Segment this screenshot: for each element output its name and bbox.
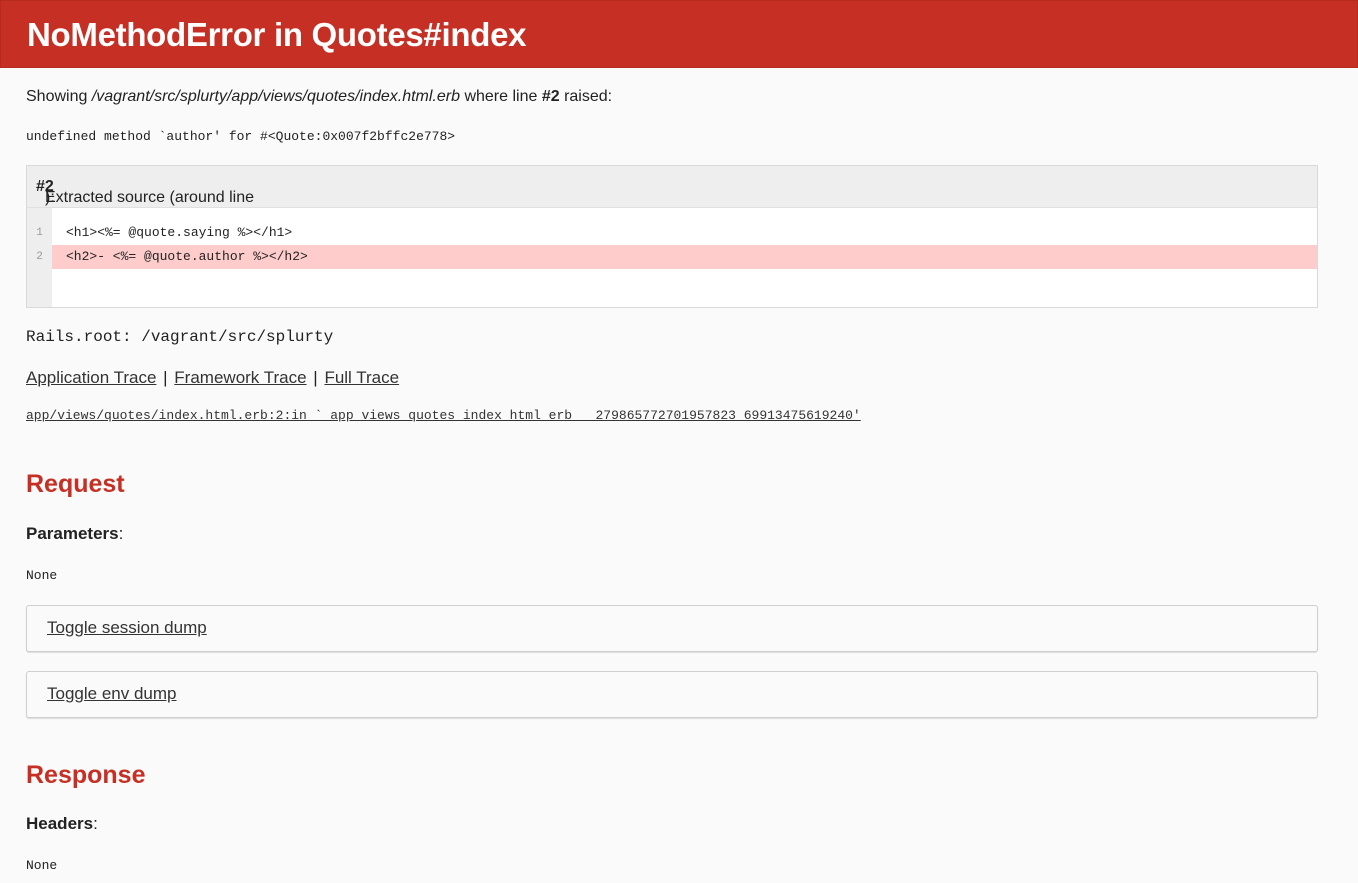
page-title: NoMethodError in Quotes#index xyxy=(27,16,527,53)
trace-nav: Application Trace | Framework Trace | Fu… xyxy=(26,368,399,388)
extracted-source-heading: Extracted source (around line #2): xyxy=(27,166,1317,208)
headers-label: Headers xyxy=(26,814,94,833)
source-heading-prefix: Extracted source (around line xyxy=(45,189,254,206)
rails-root: Rails.root: /vagrant/src/splurty xyxy=(26,328,334,346)
error-message: undefined method `author' for #<Quote:0x… xyxy=(26,129,456,144)
parameters-value: None xyxy=(26,568,58,583)
trace-separator: | xyxy=(163,368,168,387)
parameters-colon: : xyxy=(118,524,124,543)
template-path: /vagrant/src/splurty/app/views/quotes/in… xyxy=(91,88,460,105)
response-heading: Response xyxy=(26,761,146,789)
headers-value: None xyxy=(26,858,58,873)
raised-text: raised: xyxy=(559,88,613,105)
request-heading: Request xyxy=(26,470,125,498)
trace-entry-link[interactable]: app/views/quotes/index.html.erb:2:in `_a… xyxy=(26,407,861,425)
source-code: <h1><%= @quote.saying %></h1> xyxy=(66,225,293,240)
extracted-source-box: Extracted source (around line #2): 1 <h1… xyxy=(26,165,1318,308)
showing-template-line: Showing /vagrant/src/splurty/app/views/q… xyxy=(26,87,612,107)
trace-separator: | xyxy=(313,368,318,387)
full-trace-link[interactable]: Full Trace xyxy=(324,368,399,387)
parameters-label: Parameters xyxy=(26,524,119,543)
line-number: 1 xyxy=(36,227,43,239)
toggle-env-dump-link[interactable]: Toggle env dump xyxy=(47,684,176,704)
headers-label-line: Headers: xyxy=(26,814,98,834)
headers-colon: : xyxy=(93,814,98,833)
line-number: 2 xyxy=(27,245,52,269)
application-trace-link[interactable]: Application Trace xyxy=(26,368,156,387)
source-line-highlighted: 2 <h2>- <%= @quote.author %></h2> xyxy=(27,245,1317,269)
error-header: NoMethodError in Quotes#index xyxy=(0,0,1358,68)
session-dump-box: Toggle session dump xyxy=(26,605,1318,652)
framework-trace-link[interactable]: Framework Trace xyxy=(174,368,306,387)
source-code: <h2>- <%= @quote.author %></h2> xyxy=(66,249,308,264)
showing-prefix: Showing xyxy=(26,88,92,105)
parameters-label-line: Parameters: xyxy=(26,524,123,544)
source-heading-suffix: ): xyxy=(45,189,55,206)
line-reference: #2 xyxy=(541,88,560,105)
toggle-session-dump-link[interactable]: Toggle session dump xyxy=(47,618,207,638)
where-line-text: where line xyxy=(460,88,542,105)
env-dump-box: Toggle env dump xyxy=(26,671,1318,718)
source-line: 1 <h1><%= @quote.saying %></h1> xyxy=(27,221,1317,245)
